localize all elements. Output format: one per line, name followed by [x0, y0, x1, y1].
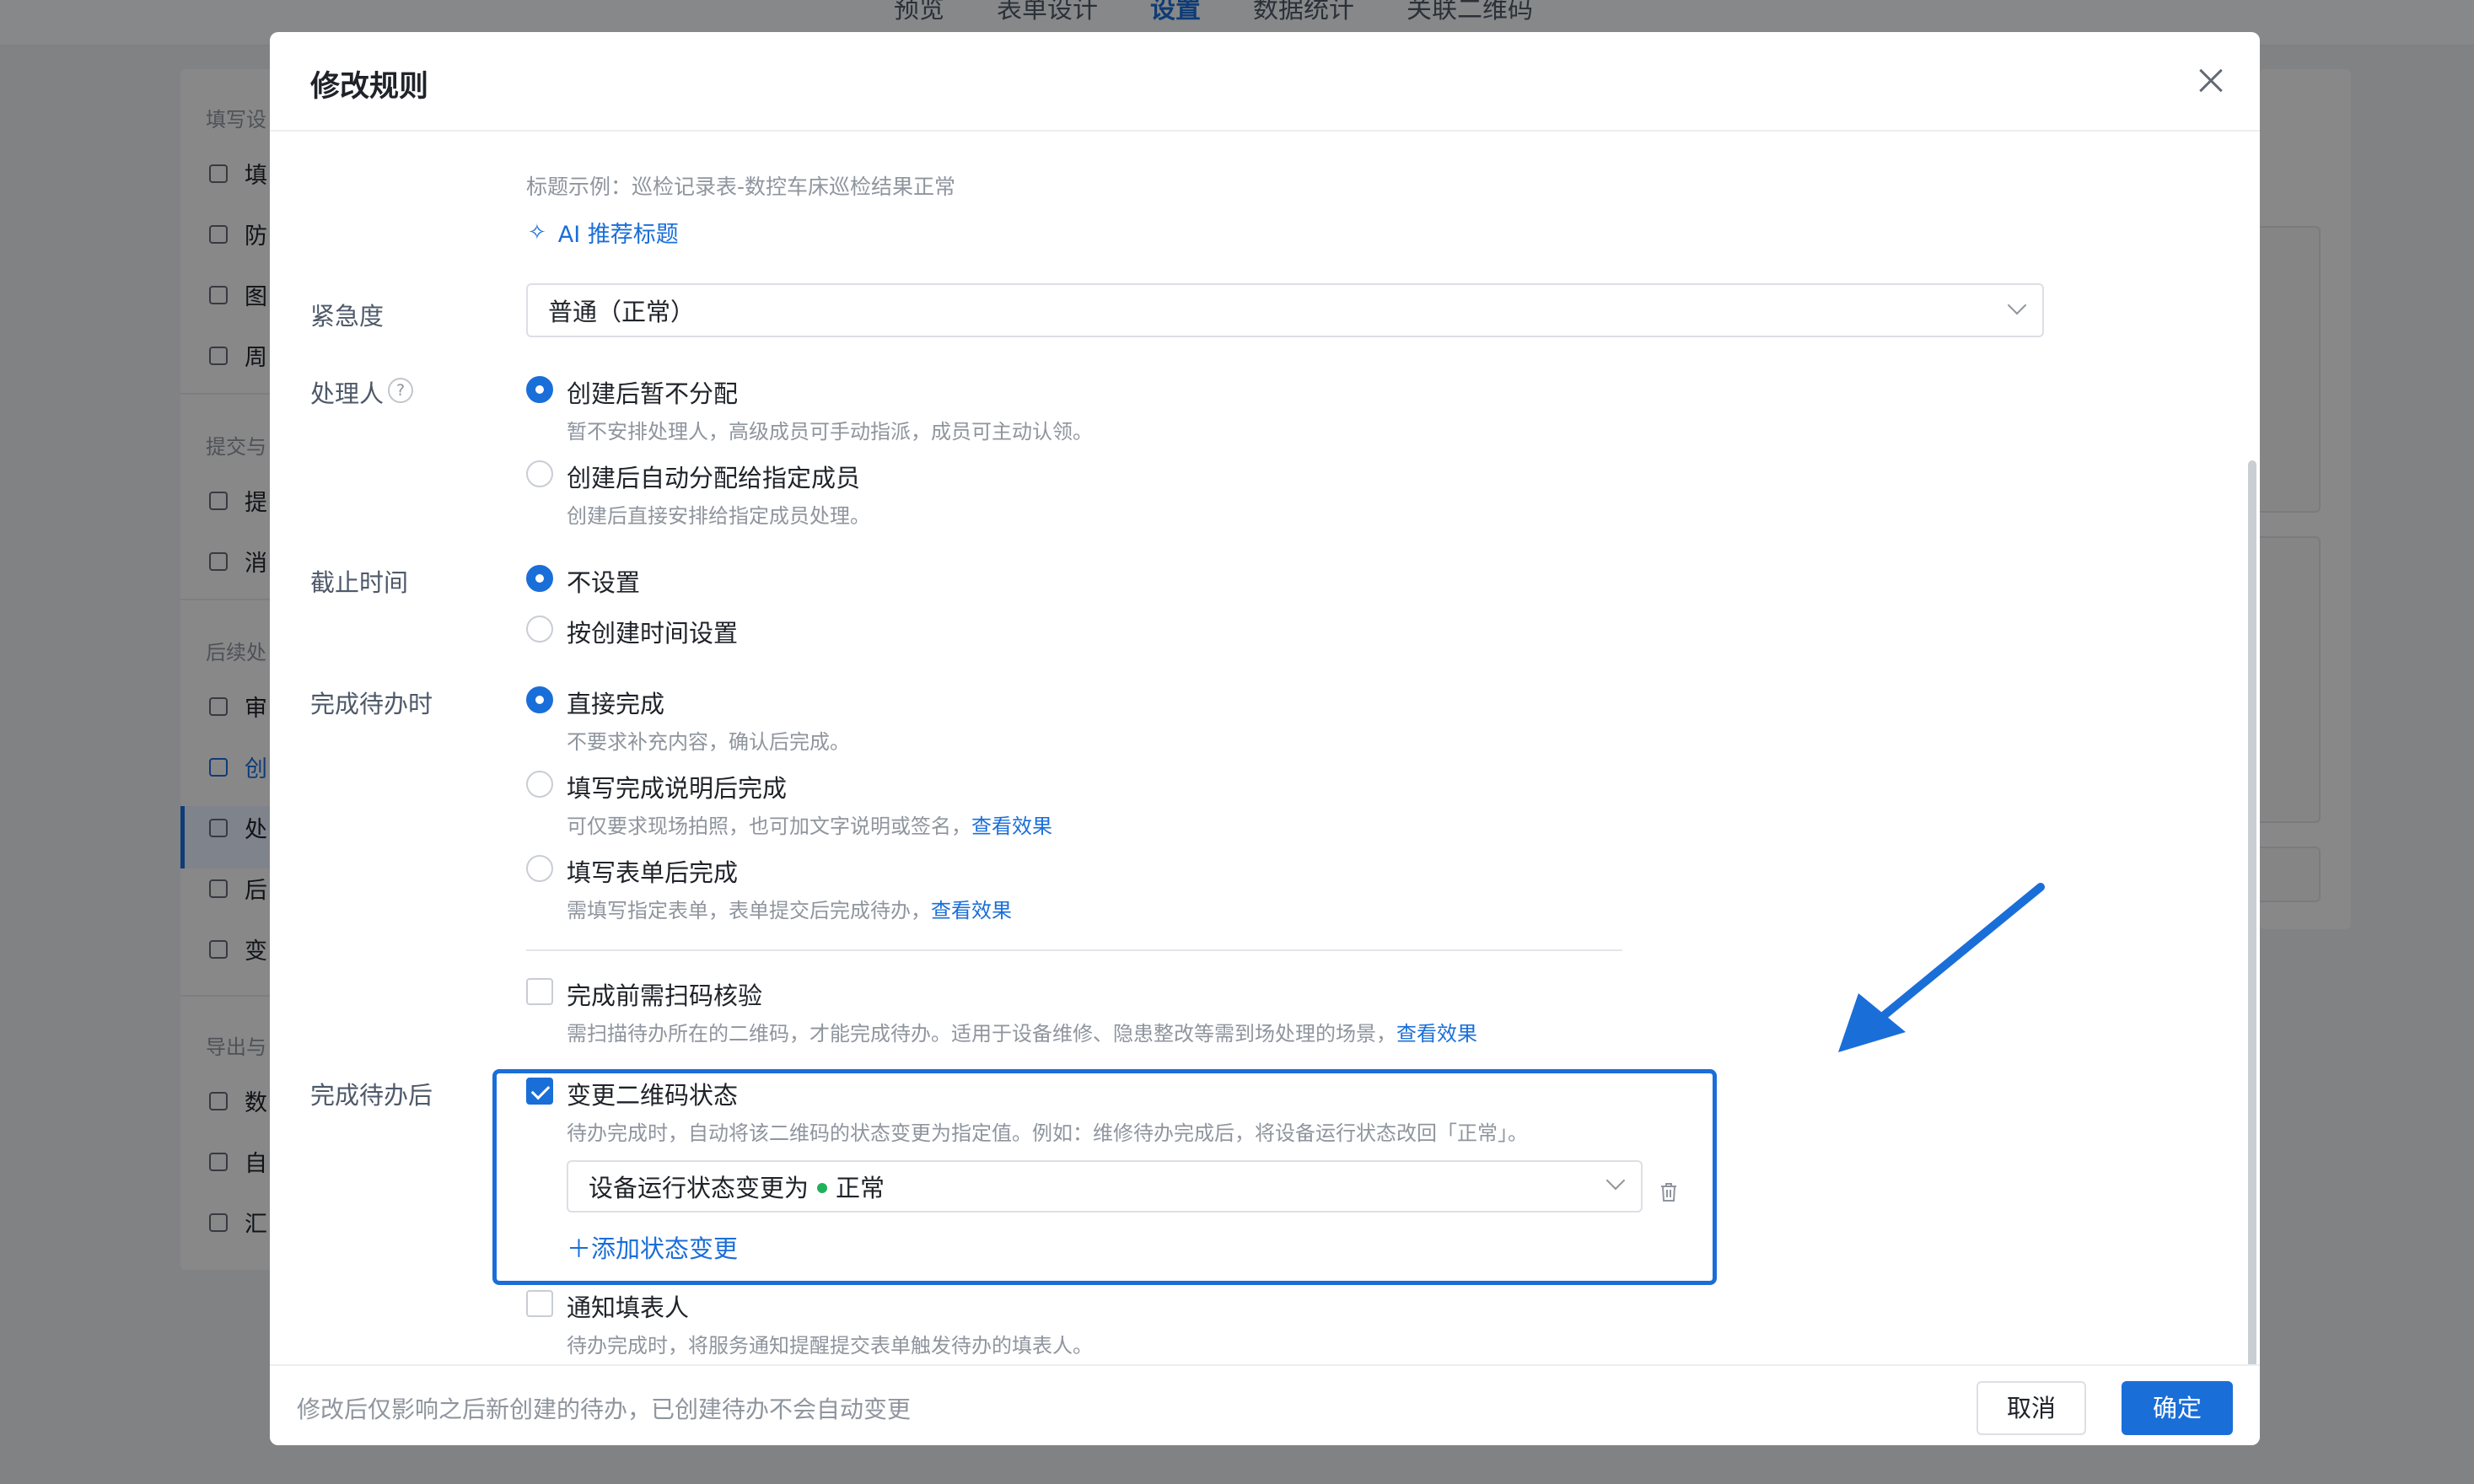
ai-link-label: AI 推荐标题 [557, 222, 679, 248]
deadline-option-label[interactable]: 不设置 [567, 563, 640, 599]
change-qrcode-status-desc: 待办完成时，自动将该二维码的状态变更为指定值。例如：维修待办完成后，将设备运行状… [567, 1121, 1528, 1145]
urgency-label: 紧急度 [310, 302, 385, 331]
trash-icon[interactable] [1659, 1182, 1678, 1202]
edit-rule-modal: 修改规则 标题示例：巡检记录表-数控车床巡检结果正常 ✧ AI 推荐标题 紧急度… [270, 32, 2260, 1445]
chevron-down-icon [1605, 1170, 1626, 1191]
handler-option-label[interactable]: 创建后暂不分配 [567, 374, 738, 410]
complete-option-desc: 不要求补充内容，确认后完成。 [567, 730, 850, 754]
complete-option-label[interactable]: 填写完成说明后完成 [567, 769, 787, 804]
confirm-button[interactable]: 确定 [2122, 1381, 2233, 1435]
complete-option-label[interactable]: 填写表单后完成 [567, 853, 738, 889]
after-complete-label: 完成待办后 [310, 1081, 433, 1110]
handler-unassigned-radio[interactable] [526, 376, 553, 403]
notify-submitter-checkbox[interactable] [526, 1290, 553, 1317]
handler-option-desc: 暂不安排处理人，高级成员可手动指派，成员可主动认领。 [567, 420, 1093, 444]
deadline-label: 截止时间 [310, 568, 409, 597]
modal-header: 修改规则 [270, 32, 2260, 132]
complete-with-form-radio[interactable] [526, 855, 553, 882]
status-dot [817, 1183, 828, 1193]
arrow-annotation [1838, 883, 2045, 1052]
ai-sparkle-icon: ✧ [528, 219, 546, 245]
view-effect-link[interactable]: 查看效果 [1396, 1022, 1477, 1046]
ai-recommend-title-link[interactable]: ✧ AI 推荐标题 [528, 216, 679, 249]
complete-with-note-radio[interactable] [526, 771, 553, 798]
scan-check-checkbox[interactable] [526, 978, 553, 1005]
footer-note: 修改后仅影响之后新创建的待办，已创建待办不会自动变更 [297, 1395, 912, 1423]
change-qrcode-status-checkbox[interactable] [526, 1078, 553, 1105]
urgency-value: 普通（正常） [548, 298, 696, 326]
cancel-button[interactable]: 取消 [1977, 1381, 2086, 1435]
deadline-by-create-time-radio[interactable] [526, 616, 553, 643]
section-divider [526, 949, 1622, 951]
status-change-value: 设备运行状态变更为 正常 [589, 1174, 885, 1202]
notify-submitter-desc: 待办完成时，将服务通知提醒提交表单触发待办的填表人。 [567, 1334, 1093, 1358]
scan-check-label[interactable]: 完成前需扫码核验 [567, 976, 762, 1012]
scrollbar[interactable] [2248, 460, 2256, 1393]
complete-option-desc: 需填写指定表单，表单提交后完成待办，查看效果 [567, 899, 1012, 922]
help-icon[interactable]: ? [388, 378, 413, 403]
handler-option-label[interactable]: 创建后自动分配给指定成员 [567, 459, 860, 494]
scan-check-desc: 需扫描待办所在的二维码，才能完成待办。适用于设备维修、隐患整改等需到场处理的场景… [567, 1022, 1477, 1046]
change-qrcode-status-label[interactable]: 变更二维码状态 [567, 1076, 738, 1111]
add-status-change-link[interactable]: ＋添加状态变更 [567, 1229, 738, 1265]
deadline-option-label[interactable]: 按创建时间设置 [567, 614, 738, 649]
close-icon[interactable] [2192, 62, 2229, 99]
on-complete-label: 完成待办时 [310, 690, 433, 718]
complete-option-desc: 可仅要求现场拍照，也可加文字说明或签名，查看效果 [567, 815, 1052, 838]
status-change-select[interactable]: 设备运行状态变更为 正常 [567, 1160, 1643, 1212]
notify-submitter-label[interactable]: 通知填表人 [567, 1288, 689, 1324]
modal-footer: 修改后仅影响之后新创建的待办，已创建待办不会自动变更 取消 确定 [270, 1364, 2260, 1445]
modal-body: 标题示例：巡检记录表-数控车床巡检结果正常 ✧ AI 推荐标题 紧急度 普通（正… [270, 132, 2260, 1396]
modal-title: 修改规则 [310, 70, 429, 104]
handler-option-desc: 创建后直接安排给指定成员处理。 [567, 504, 870, 528]
urgency-select[interactable]: 普通（正常） [526, 283, 2044, 337]
handler-auto-assign-radio[interactable] [526, 460, 553, 487]
deadline-none-radio[interactable] [526, 565, 553, 592]
handler-label: 处理人 [310, 379, 385, 408]
chevron-down-icon [2007, 295, 2027, 315]
complete-option-label[interactable]: 直接完成 [567, 685, 664, 720]
title-example: 标题示例：巡检记录表-数控车床巡检结果正常 [526, 175, 956, 199]
complete-direct-radio[interactable] [526, 686, 553, 713]
view-effect-link[interactable]: 查看效果 [931, 899, 1012, 922]
view-effect-link[interactable]: 查看效果 [971, 815, 1052, 838]
